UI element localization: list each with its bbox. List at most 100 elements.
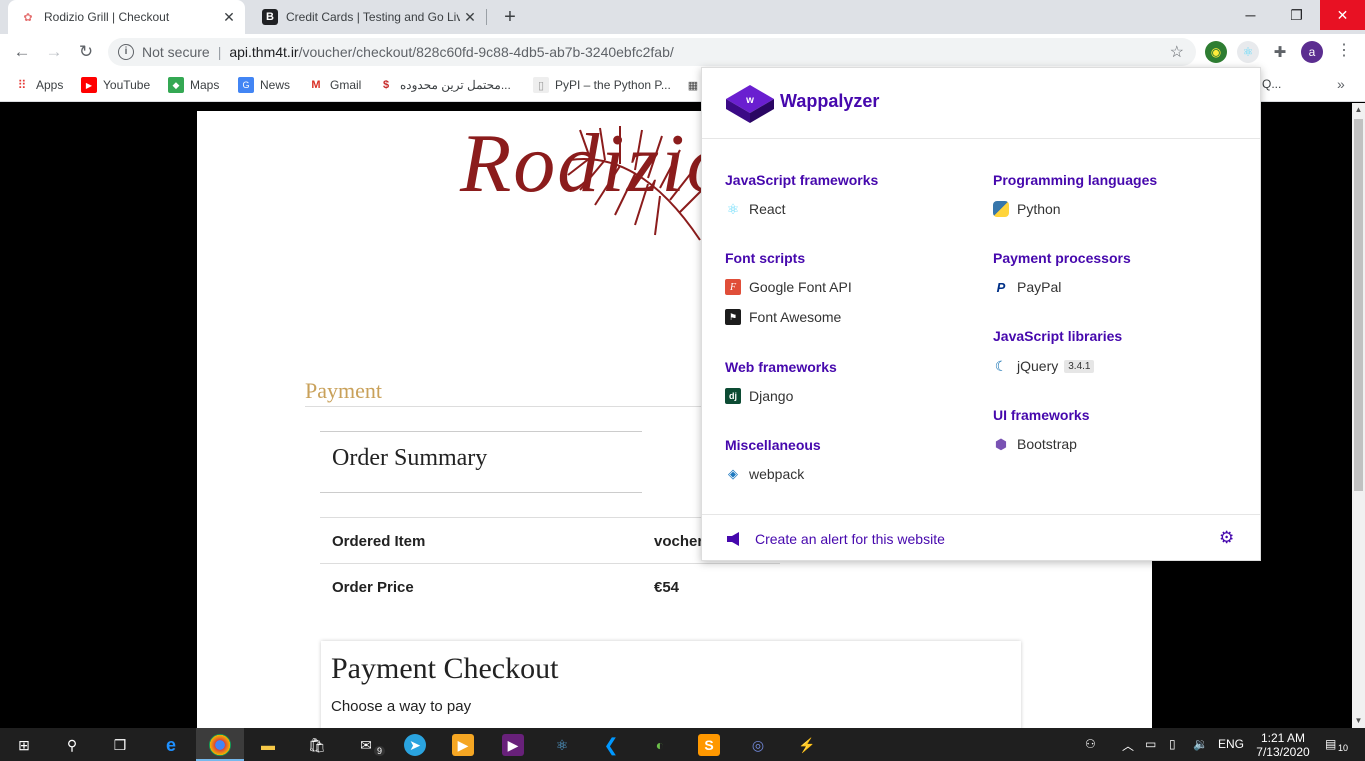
category-ui-frameworks[interactable]: UI frameworks bbox=[993, 407, 1089, 423]
vscode-icon[interactable]: ❮ bbox=[600, 734, 622, 756]
visual-studio-icon[interactable]: ▶ bbox=[502, 734, 524, 756]
gear-icon[interactable]: ⚙ bbox=[1219, 528, 1234, 548]
system-clock[interactable]: 1:21 AM 7/13/2020 bbox=[1255, 731, 1311, 759]
edge-icon[interactable]: e bbox=[160, 734, 182, 756]
tab-strip: ✿ Rodizio Grill | Checkout ✕ B Credit Ca… bbox=[0, 0, 1365, 34]
discord-icon[interactable]: ◎ bbox=[747, 734, 769, 756]
notifications-icon[interactable]: ▤ bbox=[1325, 737, 1336, 751]
tab-rodizio-checkout[interactable]: ✿ Rodizio Grill | Checkout ✕ bbox=[8, 0, 245, 34]
scroll-thumb[interactable] bbox=[1354, 119, 1363, 491]
media-player-icon[interactable]: ▶ bbox=[452, 734, 474, 756]
bookmark-apps[interactable]: ⠿ Apps bbox=[14, 77, 64, 93]
people-icon[interactable]: ⚇ bbox=[1085, 737, 1096, 751]
omnibox-separator: | bbox=[217, 44, 222, 60]
reload-icon[interactable]: ↻ bbox=[74, 40, 98, 64]
chrome-menu-icon[interactable]: ⋮ bbox=[1336, 40, 1352, 60]
tech-name: Bootstrap bbox=[1017, 436, 1077, 452]
task-view-icon[interactable]: ❒ bbox=[109, 734, 131, 756]
tech-name: Django bbox=[749, 388, 794, 404]
bookmark-label: Gmail bbox=[330, 78, 362, 92]
tech-name: PayPal bbox=[1017, 279, 1062, 295]
search-icon[interactable]: ⚲ bbox=[61, 734, 83, 756]
ordered-item-value: vocher bbox=[654, 533, 704, 550]
close-window-button[interactable]: ✕ bbox=[1320, 0, 1365, 30]
react-devtools-icon[interactable]: ⚛ bbox=[1237, 41, 1259, 63]
bookmark-overflow[interactable]: Q... bbox=[1262, 77, 1281, 91]
restore-button[interactable]: ❐ bbox=[1274, 0, 1319, 30]
category-javascript-frameworks[interactable]: JavaScript frameworks bbox=[725, 172, 878, 188]
b-icon: B bbox=[262, 9, 278, 25]
category-font-scripts[interactable]: Font scripts bbox=[725, 250, 805, 266]
tech-python[interactable]: Python bbox=[993, 201, 1061, 217]
close-tab-icon[interactable]: ✕ bbox=[460, 9, 480, 26]
bookmark-youtube[interactable]: ▶ YouTube bbox=[81, 77, 150, 93]
tech-django[interactable]: dj Django bbox=[725, 388, 793, 404]
extensions-puzzle-icon[interactable]: ✚ bbox=[1269, 41, 1291, 63]
dollar-icon: $ bbox=[382, 79, 390, 91]
mail-count: 9 bbox=[374, 746, 386, 756]
sublime-icon[interactable]: S bbox=[698, 734, 720, 756]
forward-icon[interactable]: → bbox=[42, 40, 66, 64]
idm-icon[interactable]: ◐ bbox=[649, 734, 671, 756]
volume-icon[interactable]: 🔉 bbox=[1193, 737, 1208, 751]
language-indicator[interactable]: ENG bbox=[1218, 737, 1244, 751]
network-icon[interactable]: ▭ bbox=[1145, 737, 1156, 751]
google-font-icon: F bbox=[725, 279, 741, 295]
bookmark-label: PyPI – the Python P... bbox=[555, 78, 671, 92]
tech-bootstrap[interactable]: ⬢ Bootstrap bbox=[993, 435, 1077, 453]
new-tab-button[interactable]: + bbox=[498, 5, 522, 29]
table-divider bbox=[320, 563, 780, 564]
tech-name: jQuery bbox=[1017, 358, 1059, 374]
grid-icon: ▦ bbox=[687, 79, 699, 92]
tab-credit-cards[interactable]: B Credit Cards | Testing and Go Live ✕ bbox=[250, 0, 486, 34]
globe-extension-icon[interactable]: ◉ bbox=[1205, 41, 1227, 63]
bookmark-news[interactable]: G News bbox=[238, 77, 290, 93]
bookmark-pypi[interactable]: ▯ PyPI – the Python P... bbox=[533, 77, 671, 93]
scroll-up-icon[interactable]: ▲ bbox=[1352, 103, 1365, 117]
electron-icon[interactable]: ⚛ bbox=[551, 734, 573, 756]
page-icon: ▯ bbox=[533, 77, 549, 93]
address-bar[interactable]: i Not secure | api.thm4t.ir/voucher/chec… bbox=[108, 38, 1196, 66]
scroll-down-icon[interactable]: ▼ bbox=[1352, 714, 1365, 728]
category-javascript-libraries[interactable]: JavaScript libraries bbox=[993, 328, 1122, 344]
windows-start-icon[interactable]: ⊞ bbox=[13, 734, 35, 756]
tech-name: Google Font API bbox=[749, 279, 852, 295]
bootstrap-icon: ⬢ bbox=[994, 435, 1008, 452]
show-hidden-icons[interactable]: ︿ bbox=[1122, 737, 1134, 754]
payment-checkout-title: Payment Checkout bbox=[331, 652, 559, 685]
close-tab-icon[interactable]: ✕ bbox=[219, 9, 239, 26]
python-icon bbox=[993, 201, 1009, 217]
maps-icon: ◆ bbox=[168, 77, 184, 93]
bookmark-label: Q... bbox=[1262, 77, 1282, 91]
tech-google-font-api[interactable]: F Google Font API bbox=[725, 279, 852, 295]
info-icon[interactable]: i bbox=[118, 44, 134, 60]
telegram-icon[interactable]: ➤ bbox=[404, 734, 426, 756]
category-programming-languages[interactable]: Programming languages bbox=[993, 172, 1157, 188]
file-explorer-icon[interactable]: ▬ bbox=[257, 734, 279, 756]
not-secure-label: Not secure bbox=[142, 44, 210, 60]
tech-webpack[interactable]: ◈ webpack bbox=[725, 466, 804, 482]
category-web-frameworks[interactable]: Web frameworks bbox=[725, 359, 837, 375]
bookmark-persian[interactable]: $ محتمل ترین محدوده... bbox=[378, 77, 511, 93]
back-icon[interactable]: ← bbox=[10, 40, 34, 64]
tech-react[interactable]: ⚛ React bbox=[725, 201, 786, 218]
store-icon[interactable]: 🛍 bbox=[306, 734, 328, 756]
bookmarks-more-icon[interactable]: » bbox=[1337, 76, 1345, 92]
chrome-icon[interactable] bbox=[209, 734, 231, 756]
tech-font-awesome[interactable]: ⚑ Font Awesome bbox=[725, 309, 841, 325]
page-scrollbar[interactable]: ▲ ▼ bbox=[1352, 103, 1365, 728]
profile-avatar[interactable]: a bbox=[1301, 41, 1323, 63]
order-price-label: Order Price bbox=[332, 579, 414, 596]
minimize-button[interactable]: ─ bbox=[1228, 0, 1273, 30]
battery-icon[interactable]: ▯ bbox=[1169, 737, 1176, 751]
bookmark-label: Maps bbox=[190, 78, 220, 92]
tech-paypal[interactable]: P PayPal bbox=[993, 279, 1062, 295]
tech-jquery[interactable]: ☾ jQuery 3.4.1 bbox=[993, 358, 1095, 374]
bookmark-gmail[interactable]: M Gmail bbox=[308, 77, 361, 93]
category-payment-processors[interactable]: Payment processors bbox=[993, 250, 1131, 266]
bookmark-maps[interactable]: ◆ Maps bbox=[168, 77, 219, 93]
create-alert-link[interactable]: Create an alert for this website bbox=[755, 531, 945, 547]
bookmark-star-icon[interactable]: ☆ bbox=[1170, 42, 1184, 62]
lightning-icon[interactable]: ⚡ bbox=[796, 734, 818, 756]
category-miscellaneous[interactable]: Miscellaneous bbox=[725, 437, 821, 453]
